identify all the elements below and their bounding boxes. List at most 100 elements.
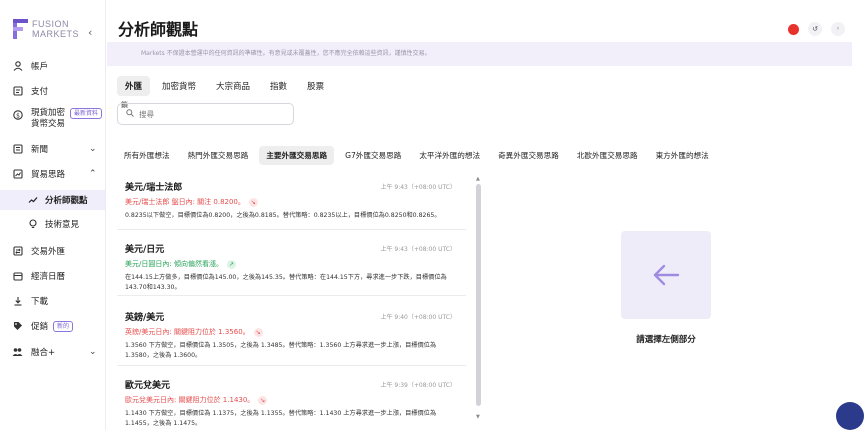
card-time: 上午 9:43（+08:00 UTC） [380,184,456,191]
search-input[interactable] [139,109,289,119]
profile-icon[interactable]: ◦ [831,22,845,36]
chevron-down-icon: ⌄ [89,144,97,154]
scrollbar-thumb[interactable] [476,184,481,406]
sidebar-item-label-line2: 貨幣交易 [31,119,66,129]
payment-icon [12,86,23,97]
tab-indices[interactable]: 指數 [262,76,295,96]
sidebar-item-economic-calendar[interactable]: 經濟日曆 [0,269,105,283]
subtab-eastern-forex[interactable]: 東方外匯的想法 [649,146,716,165]
svg-text:$: $ [16,112,20,119]
calendar-icon [12,271,23,282]
scroll-up-icon[interactable]: ▲ [476,176,480,182]
sidebar-item-analyst-views[interactable]: 分析師觀點 [0,190,105,210]
sidebar-item-trading-ideas[interactable]: 貿易思路 ⌃ [0,167,105,181]
feed-scrollbar[interactable]: ▲ ▼ [476,176,481,422]
list-item[interactable]: 美元/日元 上午 9:43（+08:00 UTC） 美元/日圓日內: 傾向偏然看… [117,234,466,296]
sidebar-item-label: 現貨加密 [31,108,66,118]
user-icon [12,61,23,72]
fusion-markets-logo[interactable]: FUSION MARKETS [12,18,79,40]
sidebar-item-label: 經濟日曆 [31,272,66,282]
subtab-nordic-forex[interactable]: 北歐外匯交易思路 [570,146,645,165]
fusion-logo-icon [13,19,28,39]
refresh-icon[interactable]: ↺ [808,22,822,36]
card-status: 美元/日圓日內: 傾向偏然看漲。 ↗ [125,259,458,269]
search-box [117,103,294,125]
group-icon [12,347,23,358]
sidebar-item-trade-forex[interactable]: 交易外匯 [0,244,105,258]
list-item[interactable]: 英鎊/美元 上午 9:40（+08:00 UTC） 英鎊/美元日內: 關鍵阻力位… [117,302,466,366]
card-time: 上午 9:43（+08:00 UTC） [380,246,456,253]
download-icon [12,296,23,307]
subtab-g7-forex[interactable]: G7外匯交易思路 [338,146,408,165]
crypto-icon: $ [12,109,23,120]
list-item[interactable]: 美元/瑞士法郎 上午 9:43（+08:00 UTC） 美元/瑞士法郎 盤日內:… [117,172,466,230]
arrow-left-icon [653,264,680,286]
trend-down-icon: ↘ [258,395,268,405]
card-status-text: 英鎊/美元日內: 關鍵阻力位於 1.3560。 [125,328,250,336]
chat-support-icon[interactable] [836,402,864,430]
sidebar-item-label: 交易外匯 [31,247,66,257]
card-body: 1.1430 下方做空，目標價位為 1.1375，之後為 1.1355。替代策略… [125,410,437,426]
sidebar-item-promotions[interactable]: 促銷 新的 [0,319,105,333]
sidebar-item-news[interactable]: 新聞 ⌄ [0,142,105,156]
sidebar-item-label: 下載 [31,297,49,307]
category-tabs: 外匯 加密貨幣 大宗商品 指數 股票 [117,76,332,96]
card-status-text: 美元/日圓日內: 傾向偏然看漲。 [125,260,223,268]
sidebar-item-payment[interactable]: 支付 [0,84,105,98]
sidebar-item-download[interactable]: 下載 [0,294,105,308]
card-status: 歐元兌美元日內: 關鍵阻力位於 1.1430。 ↘ [125,395,458,405]
empty-state-box [621,231,711,319]
tab-crypto[interactable]: 加密貨幣 [154,76,204,96]
sidebar-item-fusion-plus[interactable]: 融合+ ⌄ [0,345,105,359]
chevron-up-icon: ⌃ [89,169,97,179]
chevron-down-icon: ⌄ [89,347,97,357]
subtab-major-forex[interactable]: 主要外匯交易思路 [259,146,335,165]
subtab-exotic-forex[interactable]: 奇異外匯交易思路 [491,146,566,165]
sidebar-item-label: 帳戶 [31,62,49,72]
collapse-sidebar-icon[interactable]: ‹ [88,26,92,39]
trend-down-icon: ↘ [253,327,263,337]
tag-icon [12,321,23,332]
list-item[interactable]: 歐元兌美元 上午 9:39（+08:00 UTC） 歐元兌美元日內: 關鍵阻力位… [117,370,466,426]
card-body: 在144.15上方做多，目標價位為145.00，之後為145.35。替代策略：在… [125,274,447,291]
trend-down-icon: ↘ [248,197,258,207]
scroll-down-icon[interactable]: ▼ [476,414,480,420]
card-body: 0.8235以下做空，目標價位為0.8200，之後為0.8185。替代策略：0.… [125,212,441,219]
trend-line-icon [28,195,38,205]
tab-forex[interactable]: 外匯 [117,76,151,96]
ideas-feed: 美元/瑞士法郎 上午 9:43（+08:00 UTC） 美元/瑞士法郎 盤日內:… [117,172,479,426]
card-status: 英鎊/美元日內: 關鍵阻力位於 1.3560。 ↘ [125,327,458,337]
sidebar-item-label: 分析師觀點 [45,196,88,206]
notification-dot-icon[interactable] [788,23,799,35]
sidebar-item-technical-opinion[interactable]: 技術意見 [0,217,105,231]
empty-state-text: 請選擇左側部分 [636,335,696,345]
disclaimer-banner: Markets 不保證本營運中的任何資訊的準確性。有意見或未覆蓋性，您不應完全依… [107,42,852,66]
tab-commodities[interactable]: 大宗商品 [208,76,258,96]
brand-line-2: MARKETS [32,29,80,39]
search-icon [126,109,134,119]
subtab-all-forex[interactable]: 所有外匯想法 [117,146,177,165]
sidebar-item-label: 支付 [31,87,49,97]
subtab-popular-forex[interactable]: 熱門外匯交易思路 [181,146,256,165]
card-status-text: 歐元兌美元日內: 關鍵阻力位於 1.1430。 [125,396,255,404]
card-time: 上午 9:39（+08:00 UTC） [380,382,456,389]
subtab-pacific-forex[interactable]: 太平洋外匯的想法 [412,146,487,165]
sidebar-item-label: 貿易思路 [31,170,66,180]
sidebar-item-account[interactable]: 帳戶 [0,59,105,73]
trading-ideas-icon [12,169,23,180]
card-body: 1.3560 下方做空，目標價位為 1.3505，之後為 1.3485。替代策略… [125,342,437,359]
header-actions: ↺ ◦ [788,22,845,36]
trend-up-icon: ↗ [226,259,236,269]
news-icon [12,144,23,155]
forex-subtabs: 所有外匯想法 熱門外匯交易思路 主要外匯交易思路 G7外匯交易思路 太平洋外匯的… [117,146,716,165]
sidebar-item-spot-crypto[interactable]: $ 現貨加密 最新資料 貨幣交易 [0,108,105,130]
card-time: 上午 9:40（+08:00 UTC） [380,314,456,321]
page-title: 分析師觀點 [118,20,199,39]
sidebar: FUSION MARKETS ‹ 帳戶 支付 $ 現貨加密 最新資料 貨幣交易 [0,0,106,430]
sidebar-item-label: 促銷 [31,322,49,332]
card-status: 美元/瑞士法郎 盤日內: 關注 0.8200。 ↘ [125,197,458,207]
new-feature-badge: 最新資料 [70,108,103,119]
tab-stocks[interactable]: 股票 [299,76,332,96]
forex-icon [12,246,23,257]
bulb-icon [28,219,38,229]
